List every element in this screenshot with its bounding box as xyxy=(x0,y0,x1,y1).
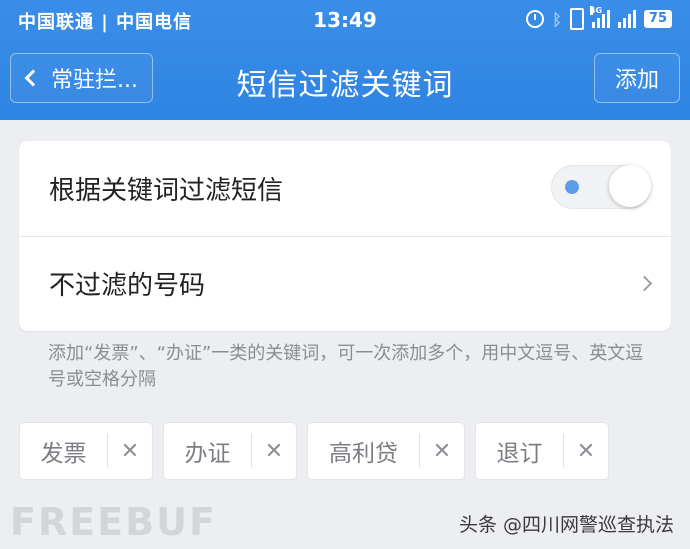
keyword-chip: 退订 ✕ xyxy=(475,422,609,480)
add-button[interactable]: 添加 xyxy=(594,53,680,103)
alarm-icon xyxy=(526,10,545,28)
keyword-chip: 办证 ✕ xyxy=(163,422,297,480)
filter-by-keyword-row: 根据关键词过滤短信 xyxy=(19,141,671,237)
keyword-chip-label: 办证 xyxy=(184,441,231,467)
whitelist-numbers-label: 不过滤的号码 xyxy=(49,271,206,301)
keyword-chip-label: 高利贷 xyxy=(329,441,398,467)
remove-keyword-icon[interactable]: ✕ xyxy=(108,439,152,464)
filter-by-keyword-label: 根据关键词过滤短信 xyxy=(49,176,284,206)
status-icons: ᛒ 4G 75 xyxy=(526,6,672,31)
keyword-chip-label: 退订 xyxy=(496,441,543,467)
bluetooth-icon: ᛒ xyxy=(552,9,562,29)
navigation-bar: 常驻拦... 短信过滤关键词 添加 xyxy=(0,38,690,120)
battery-indicator: 75 xyxy=(643,10,672,28)
signal-icon: 4G xyxy=(589,6,610,28)
network-type: 4G xyxy=(589,6,603,15)
settings-card: 根据关键词过滤短信 不过滤的号码 xyxy=(19,141,671,331)
freebuf-watermark-logo: FREEBUF xyxy=(10,500,217,544)
keyword-hint-text: 添加“发票”、“办证”一类的关键词，可一次添加多个，用中文逗号、英文逗号或空格分… xyxy=(48,343,644,390)
keyword-chip-label: 发票 xyxy=(40,441,87,467)
source-watermark: 头条 @四川网警巡查执法 xyxy=(458,514,674,536)
vibrate-icon xyxy=(569,8,584,30)
page-title: 短信过滤关键词 xyxy=(236,68,454,103)
chevron-right-icon xyxy=(636,275,653,292)
remove-keyword-icon[interactable]: ✕ xyxy=(420,439,464,464)
remove-keyword-icon[interactable]: ✕ xyxy=(252,439,296,464)
header: 中国联通 | 中国电信 13:49 ᛒ 4G 75 常驻拦... 短信过滤关键词… xyxy=(0,0,690,120)
keyword-chip: 高利贷 ✕ xyxy=(307,422,465,480)
toggle-knob xyxy=(609,165,651,207)
whitelist-numbers-row[interactable]: 不过滤的号码 xyxy=(19,236,671,331)
signal-icon xyxy=(617,10,636,28)
remove-keyword-icon[interactable]: ✕ xyxy=(564,439,608,464)
keyword-chip: 发票 ✕ xyxy=(19,422,153,480)
toggle-indicator-dot xyxy=(565,180,579,194)
filter-by-keyword-toggle[interactable] xyxy=(551,165,651,209)
status-bar: 中国联通 | 中国电信 13:49 ᛒ 4G 75 xyxy=(0,0,690,38)
